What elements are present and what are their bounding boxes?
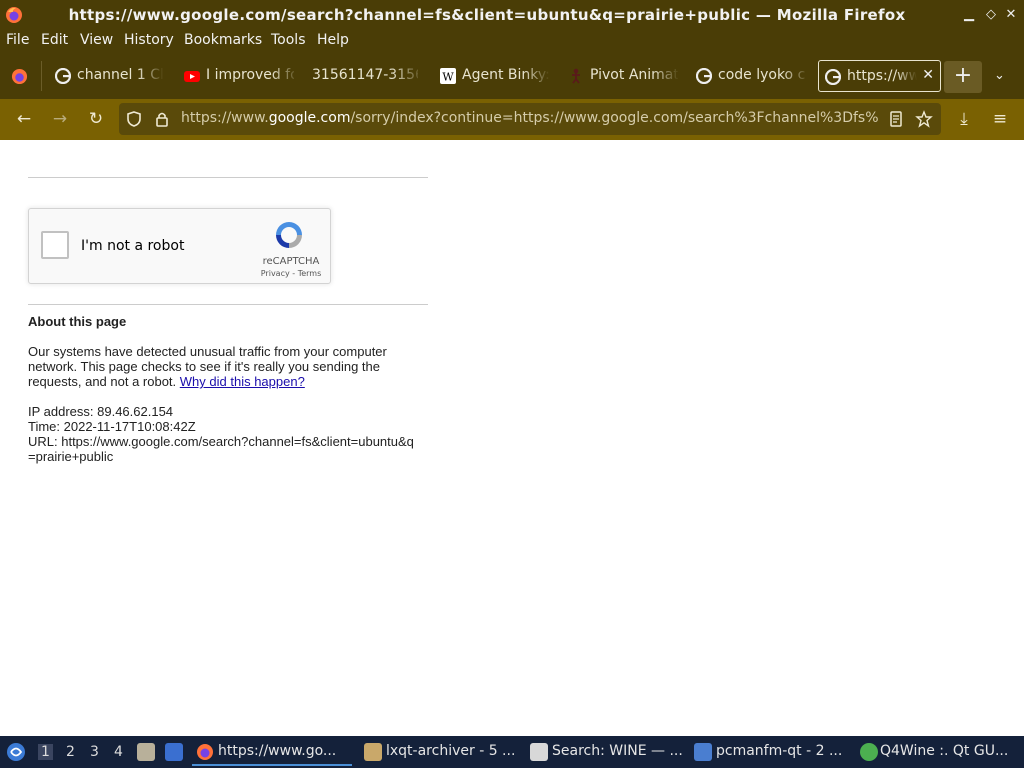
- recaptcha-widget: I'm not a robot reCAPTCHA Privacy - Term…: [28, 208, 331, 284]
- folder-icon: [694, 743, 712, 761]
- desktop-4[interactable]: 4: [114, 744, 123, 760]
- q4wine-icon: [860, 743, 878, 761]
- downloads-icon[interactable]: ⤓: [954, 109, 974, 129]
- window-titlebar: https://www.google.com/search?channel=fs…: [0, 0, 1024, 30]
- about-heading: About this page: [28, 314, 127, 329]
- google-icon: [696, 68, 712, 84]
- stickfigure-icon: [572, 68, 580, 84]
- close-window-button[interactable]: ✕: [1004, 7, 1018, 23]
- tab-bar: channel 1 Cl I improved fo 31561147-3156…: [0, 53, 1024, 99]
- start-menu-icon[interactable]: [6, 742, 26, 762]
- youtube-icon: [184, 71, 200, 82]
- firefox-icon: [6, 7, 22, 23]
- active-task-indicator: [192, 764, 352, 766]
- list-all-tabs-icon[interactable]: ⌄: [994, 68, 1005, 83]
- menu-tools[interactable]: Tools: [271, 32, 306, 48]
- tab-wikipedia[interactable]: W Agent Binky:: [440, 60, 550, 92]
- reload-button[interactable]: ↻: [86, 109, 106, 129]
- google-icon: [55, 68, 71, 84]
- restore-button[interactable]: ◇: [984, 7, 998, 23]
- tab-code-lyoko[interactable]: code lyoko cl: [696, 60, 806, 92]
- desktop-3[interactable]: 3: [90, 744, 99, 760]
- tab-pivot-animator[interactable]: Pivot Animat: [568, 60, 678, 92]
- menu-help[interactable]: Help: [317, 32, 349, 48]
- task-search-wine[interactable]: Search: WINE — ...: [526, 736, 686, 768]
- taskbar: 1 2 3 4 https://www.go... lxqt-archiver …: [0, 736, 1024, 768]
- tab-image-file[interactable]: 31561147-3156: [290, 60, 418, 92]
- shield-icon[interactable]: [125, 110, 143, 128]
- minimize-button[interactable]: ▁: [962, 7, 976, 23]
- divider: [28, 304, 428, 305]
- close-tab-icon[interactable]: ✕: [922, 67, 934, 83]
- why-link[interactable]: Why did this happen?: [180, 374, 305, 389]
- request-url: URL: https://www.google.com/search?chann…: [28, 434, 414, 464]
- window-title: https://www.google.com/search?channel=fs…: [68, 6, 906, 24]
- menu-file[interactable]: File: [6, 32, 29, 48]
- tab-active-google[interactable]: https://www ✕: [818, 60, 941, 92]
- recaptcha-privacy-terms[interactable]: Privacy - Terms: [259, 269, 323, 278]
- task-q4wine[interactable]: Q4Wine :. Qt GU...: [856, 736, 1022, 768]
- url-text[interactable]: https://www.google.com/sorry/index?conti…: [181, 110, 881, 126]
- reader-view-icon[interactable]: [887, 110, 905, 128]
- url-bar[interactable]: https://www.google.com/sorry/index?conti…: [119, 103, 941, 135]
- show-desktop-icon[interactable]: [165, 743, 183, 761]
- recaptcha-label: I'm not a robot: [81, 238, 185, 254]
- ip-address: IP address: 89.46.62.154: [28, 404, 174, 419]
- lock-icon[interactable]: [153, 110, 171, 128]
- menu-view[interactable]: View: [80, 32, 113, 48]
- wikipedia-icon: W: [440, 68, 456, 84]
- svg-text:W: W: [442, 71, 454, 84]
- app-menu-icon[interactable]: ≡: [990, 109, 1010, 129]
- back-button[interactable]: ←: [14, 109, 34, 129]
- task-firefox[interactable]: https://www.go...: [192, 736, 352, 768]
- google-icon: [825, 69, 841, 85]
- task-pcmanfm[interactable]: pcmanfm-qt - 2 ...: [690, 736, 850, 768]
- firefox-icon: [197, 744, 213, 760]
- bookmark-star-icon[interactable]: [915, 110, 933, 128]
- menu-edit[interactable]: Edit: [41, 32, 68, 48]
- recaptcha-logo-icon: [276, 222, 302, 248]
- divider: [28, 177, 428, 178]
- new-tab-button[interactable]: +: [944, 61, 982, 93]
- tab-channel-1[interactable]: channel 1 Cl: [55, 60, 165, 92]
- archiver-icon: [364, 743, 382, 761]
- firefox-view-icon[interactable]: [11, 68, 28, 85]
- recaptcha-brand: reCAPTCHA: [262, 256, 320, 267]
- menu-bar: File Edit View History Bookmarks Tools H…: [0, 30, 1024, 53]
- recaptcha-checkbox[interactable]: [41, 231, 69, 259]
- file-manager-quicklaunch-icon[interactable]: [137, 743, 155, 761]
- forward-button[interactable]: →: [50, 109, 70, 129]
- timestamp: Time: 2022-11-17T10:08:42Z: [28, 419, 196, 434]
- tab-youtube[interactable]: I improved fo: [184, 60, 294, 92]
- menu-history[interactable]: History: [124, 32, 174, 48]
- desktop-1[interactable]: 1: [38, 744, 53, 760]
- navigation-toolbar: ← → ↻ https://www.google.com/sorry/index…: [0, 99, 1024, 140]
- page-content: I'm not a robot reCAPTCHA Privacy - Term…: [0, 140, 1024, 736]
- desktop-2[interactable]: 2: [66, 744, 75, 760]
- menu-bookmarks[interactable]: Bookmarks: [184, 32, 262, 48]
- task-lxqt-archiver[interactable]: lxqt-archiver - 5 ...: [360, 736, 520, 768]
- about-paragraph: Our systems have detected unusual traffi…: [28, 344, 387, 389]
- search-app-icon: [530, 743, 548, 761]
